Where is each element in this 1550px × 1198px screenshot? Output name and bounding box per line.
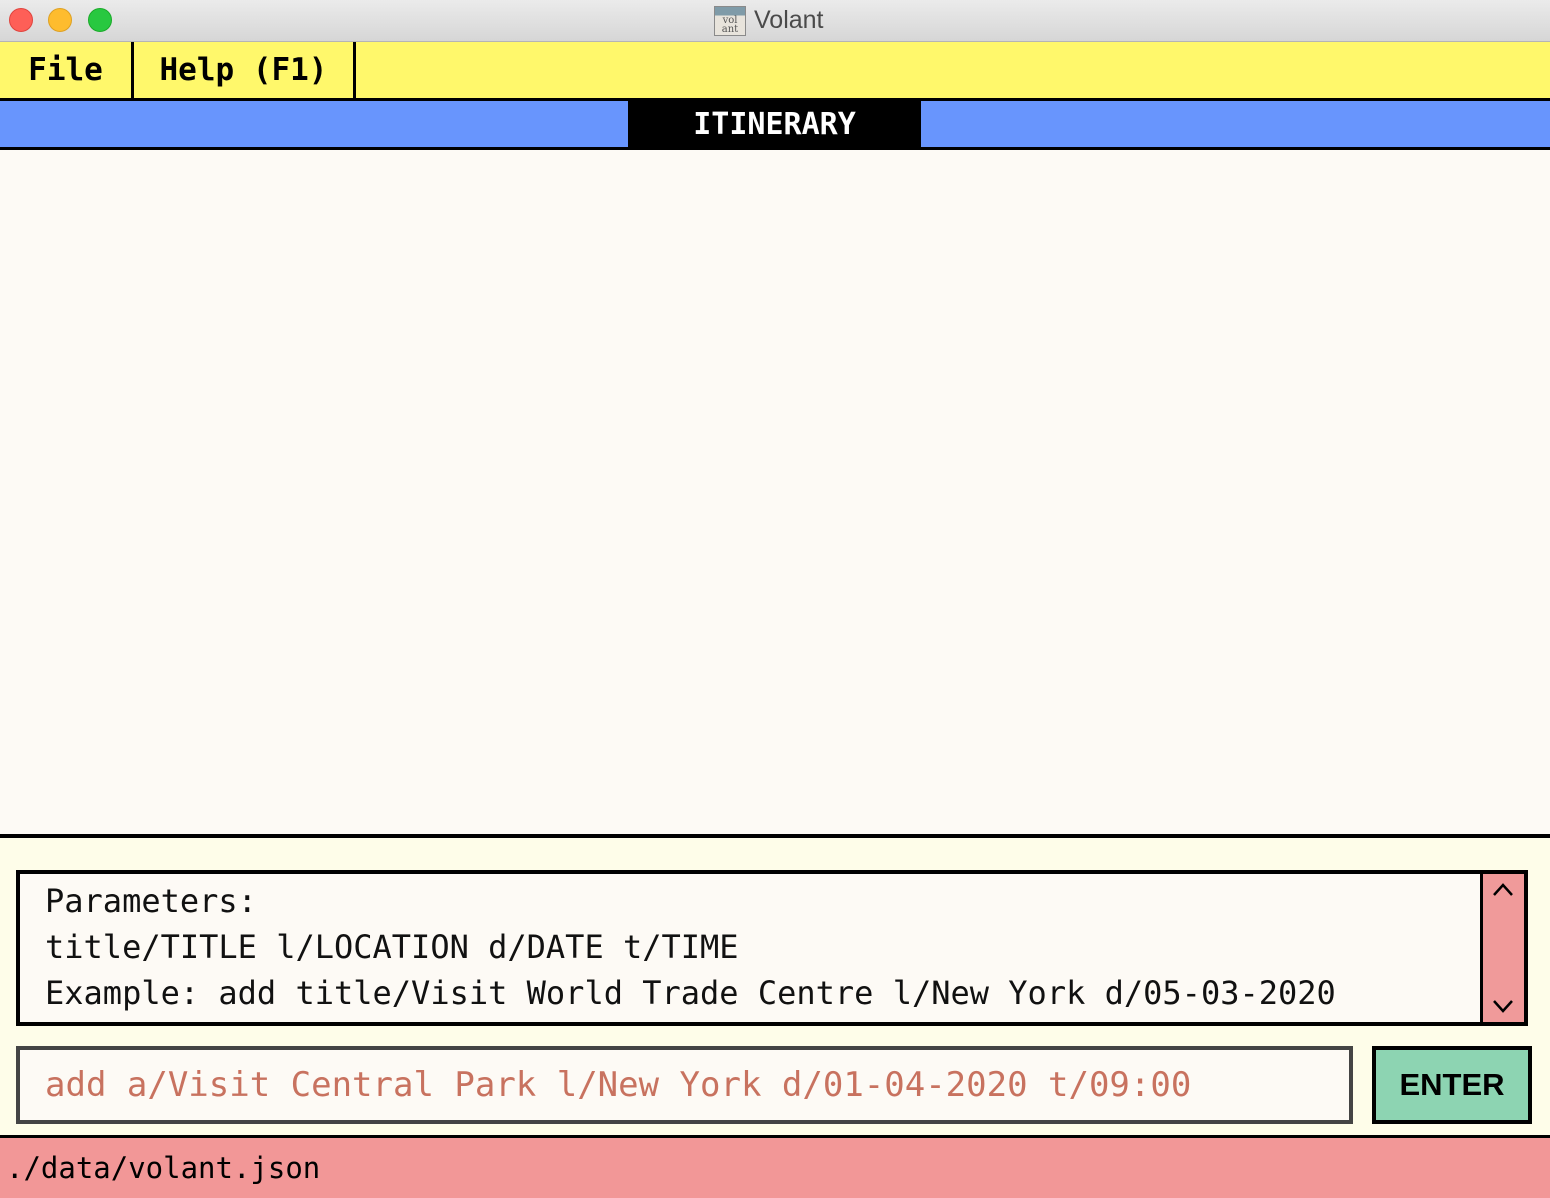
result-scrollbar[interactable] xyxy=(1480,874,1524,1022)
window-title-group: vol ant Volant xyxy=(714,4,824,37)
chevron-down-icon[interactable] xyxy=(1491,996,1515,1016)
main-content-area xyxy=(0,150,1550,834)
result-line-1: Parameters: xyxy=(45,882,257,920)
status-file-path: ./data/volant.json xyxy=(6,1151,321,1185)
window-titlebar: vol ant Volant xyxy=(0,0,1550,42)
menu-file[interactable]: File xyxy=(0,42,134,98)
result-line-2: title/TITLE l/LOCATION d/DATE t/TIME xyxy=(45,928,739,966)
maximize-window-button[interactable] xyxy=(88,8,112,32)
menu-help[interactable]: Help (F1) xyxy=(134,42,356,98)
minimize-window-button[interactable] xyxy=(48,8,72,32)
enter-button[interactable]: ENTER xyxy=(1372,1046,1532,1124)
result-display: Parameters: title/TITLE l/LOCATION d/DATE… xyxy=(16,870,1528,1026)
result-text: Parameters: title/TITLE l/LOCATION d/DATE… xyxy=(45,878,1485,1016)
command-input-text: add a/Visit Central Park l/New York d/01… xyxy=(45,1065,1192,1105)
chevron-up-icon[interactable] xyxy=(1491,880,1515,900)
tab-itinerary[interactable]: ITINERARY xyxy=(628,101,921,147)
command-input[interactable]: add a/Visit Central Park l/New York d/01… xyxy=(16,1046,1353,1124)
result-line-3: Example: add title/Visit World Trade Cen… xyxy=(45,974,1336,1012)
app-logo-icon: vol ant xyxy=(714,5,746,36)
status-bar: ./data/volant.json xyxy=(0,1135,1550,1198)
tab-bar: ITINERARY xyxy=(0,101,1550,150)
close-window-button[interactable] xyxy=(9,8,33,32)
window-title: Volant xyxy=(754,6,824,34)
menu-bar: File Help (F1) xyxy=(0,42,1550,101)
